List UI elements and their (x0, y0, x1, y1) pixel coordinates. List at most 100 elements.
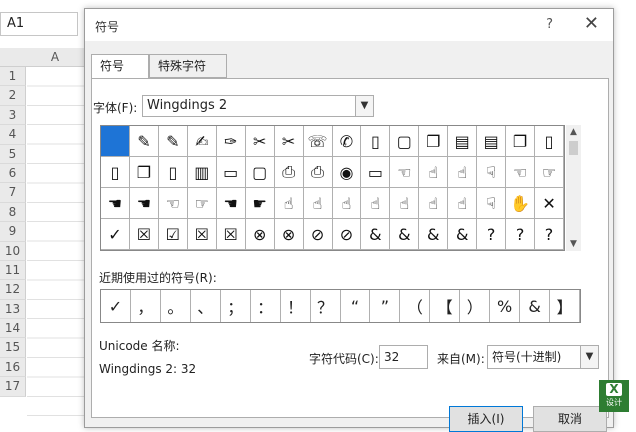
symbol-cell[interactable]: ✑ (216, 126, 246, 157)
symbol-cell[interactable]: ❐ (506, 126, 536, 157)
symbol-cell[interactable]: ☒ (187, 219, 217, 250)
symbol-cell[interactable]: ☏ (303, 126, 333, 157)
symbol-cell[interactable]: ? (535, 219, 564, 250)
symbol-cell[interactable]: ▭ (216, 157, 246, 188)
scroll-up-icon[interactable]: ▲ (566, 125, 581, 139)
symbol-cell[interactable]: ✎ (129, 126, 159, 157)
row-header[interactable]: 9 (0, 222, 26, 242)
row-header[interactable]: 14 (0, 319, 26, 339)
row-header[interactable]: 3 (0, 105, 26, 126)
symbol-cell[interactable]: ▢ (245, 157, 275, 188)
symbol-cell[interactable]: ▥ (187, 157, 217, 188)
from-select[interactable]: 符号(十进制) ▼ (487, 345, 599, 369)
symbol-cell[interactable]: ☚ (129, 188, 159, 219)
recent-symbol-cell[interactable]: % (490, 290, 521, 322)
symbol-cell[interactable]: ☜ (158, 188, 188, 219)
row-header[interactable]: 15 (0, 338, 26, 358)
name-box[interactable]: A1 (0, 12, 78, 36)
recent-symbol-cell[interactable]: 。 (161, 290, 191, 322)
tab-special-characters[interactable]: 特殊字符(P) (149, 54, 227, 95)
symbol-cell[interactable]: ▭ (361, 157, 391, 188)
symbol-cell[interactable]: ✕ (535, 188, 564, 219)
row-header[interactable]: 13 (0, 299, 26, 320)
symbol-cell[interactable]: ✎ (158, 126, 188, 157)
symbol-cell[interactable]: ☝ (390, 188, 420, 219)
symbol-cell[interactable]: ⊘ (332, 219, 362, 250)
row-header[interactable]: 10 (0, 241, 26, 261)
select-all-corner[interactable] (0, 48, 27, 67)
symbol-cell[interactable]: ☜ (506, 157, 536, 188)
row-header[interactable]: 17 (0, 377, 26, 397)
symbol-cell[interactable]: ✆ (332, 126, 362, 157)
insert-button[interactable]: 插入(I) (449, 406, 523, 432)
symbol-cell[interactable]: ▤ (448, 126, 478, 157)
dialog-titlebar[interactable]: 符号 ? ✕ (85, 9, 613, 41)
chevron-down-icon[interactable]: ▼ (580, 346, 598, 368)
symbol-cell[interactable]: ? (477, 219, 507, 250)
symbol-cell[interactable]: ? (506, 219, 536, 250)
symbol-cell[interactable]: ▯ (101, 157, 130, 188)
recent-symbol-cell[interactable]: ） (460, 290, 491, 322)
symbol-cell[interactable]: ✂ (274, 126, 304, 157)
symbol-cell[interactable]: ✍ (187, 126, 217, 157)
tab-symbols[interactable]: 符号(S) (91, 54, 149, 95)
symbol-cell[interactable]: ✂ (245, 126, 275, 157)
symbol-cell[interactable]: ⊗ (274, 219, 304, 250)
symbol-cell[interactable]: ⊘ (303, 219, 333, 250)
row-header[interactable]: 12 (0, 280, 26, 300)
symbol-cell[interactable]: ☑ (158, 219, 188, 250)
recent-symbol-cell[interactable]: ？ (311, 290, 341, 322)
symbol-cell[interactable]: ❐ (419, 126, 449, 157)
recent-symbol-cell[interactable]: & (520, 290, 551, 322)
character-code-input[interactable]: 32 (379, 345, 428, 369)
row-header[interactable]: 16 (0, 357, 26, 378)
recent-symbol-cell[interactable]: （ (400, 290, 431, 322)
symbol-cell[interactable]: ▯ (158, 157, 188, 188)
symbol-cell[interactable]: & (448, 219, 478, 250)
symbol-cell[interactable]: ☝ (448, 157, 478, 188)
chevron-down-icon[interactable]: ▼ (355, 96, 373, 116)
symbol-cell[interactable]: ☞ (535, 157, 564, 188)
cancel-button[interactable]: 取消 (533, 406, 607, 432)
symbol-cell[interactable]: & (419, 219, 449, 250)
symbol-cell[interactable]: ⎙ (274, 157, 304, 188)
symbol-cell[interactable]: ▢ (390, 126, 420, 157)
symbol-cell[interactable]: ☚ (216, 188, 246, 219)
symbol-cell[interactable]: ☞ (187, 188, 217, 219)
symbol-cell[interactable]: ☛ (245, 188, 275, 219)
symbol-cell[interactable]: ☟ (477, 157, 507, 188)
row-header[interactable]: 1 (0, 67, 26, 87)
font-select[interactable]: Wingdings 2 ▼ (142, 95, 374, 117)
symbol-cell[interactable]: ▯ (361, 126, 391, 157)
symbol-cell[interactable]: & (361, 219, 391, 250)
symbol-scrollbar[interactable]: ▲ ▼ (566, 125, 581, 251)
recent-symbol-cell[interactable]: 】 (550, 290, 580, 322)
close-icon[interactable]: ✕ (584, 13, 599, 34)
row-header[interactable]: 2 (0, 86, 26, 106)
recent-symbol-cell[interactable]: 、 (191, 290, 221, 322)
symbol-cell[interactable]: ☒ (216, 219, 246, 250)
row-header[interactable]: 11 (0, 260, 26, 281)
help-icon[interactable]: ? (546, 17, 553, 32)
symbol-cell[interactable]: ✋ (506, 188, 536, 219)
symbol-cell[interactable]: ☝ (303, 188, 333, 219)
symbol-cell[interactable]: ☝ (448, 188, 478, 219)
recent-symbol-cell[interactable]: ： (251, 290, 281, 322)
column-header-a[interactable]: A (26, 48, 84, 67)
symbol-cell[interactable]: ☚ (101, 188, 130, 219)
recent-symbol-cell[interactable]: ！ (281, 290, 311, 322)
symbol-cell[interactable]: ▯ (535, 126, 564, 157)
row-header[interactable]: 5 (0, 144, 26, 164)
symbol-cell[interactable]: ☝ (419, 157, 449, 188)
recent-symbol-cell[interactable]: ✓ (101, 290, 131, 322)
symbol-cell[interactable]: ◉ (332, 157, 362, 188)
scroll-down-icon[interactable]: ▼ (566, 237, 581, 251)
symbol-cell[interactable]: ⎙ (303, 157, 333, 188)
row-header[interactable]: 7 (0, 183, 26, 203)
cell-grid[interactable] (27, 67, 84, 419)
row-header[interactable]: 4 (0, 125, 26, 145)
scroll-thumb[interactable] (569, 141, 578, 155)
symbol-cell-selected[interactable] (101, 126, 130, 157)
row-header[interactable]: 6 (0, 163, 26, 184)
symbol-cell[interactable]: ☟ (477, 188, 507, 219)
